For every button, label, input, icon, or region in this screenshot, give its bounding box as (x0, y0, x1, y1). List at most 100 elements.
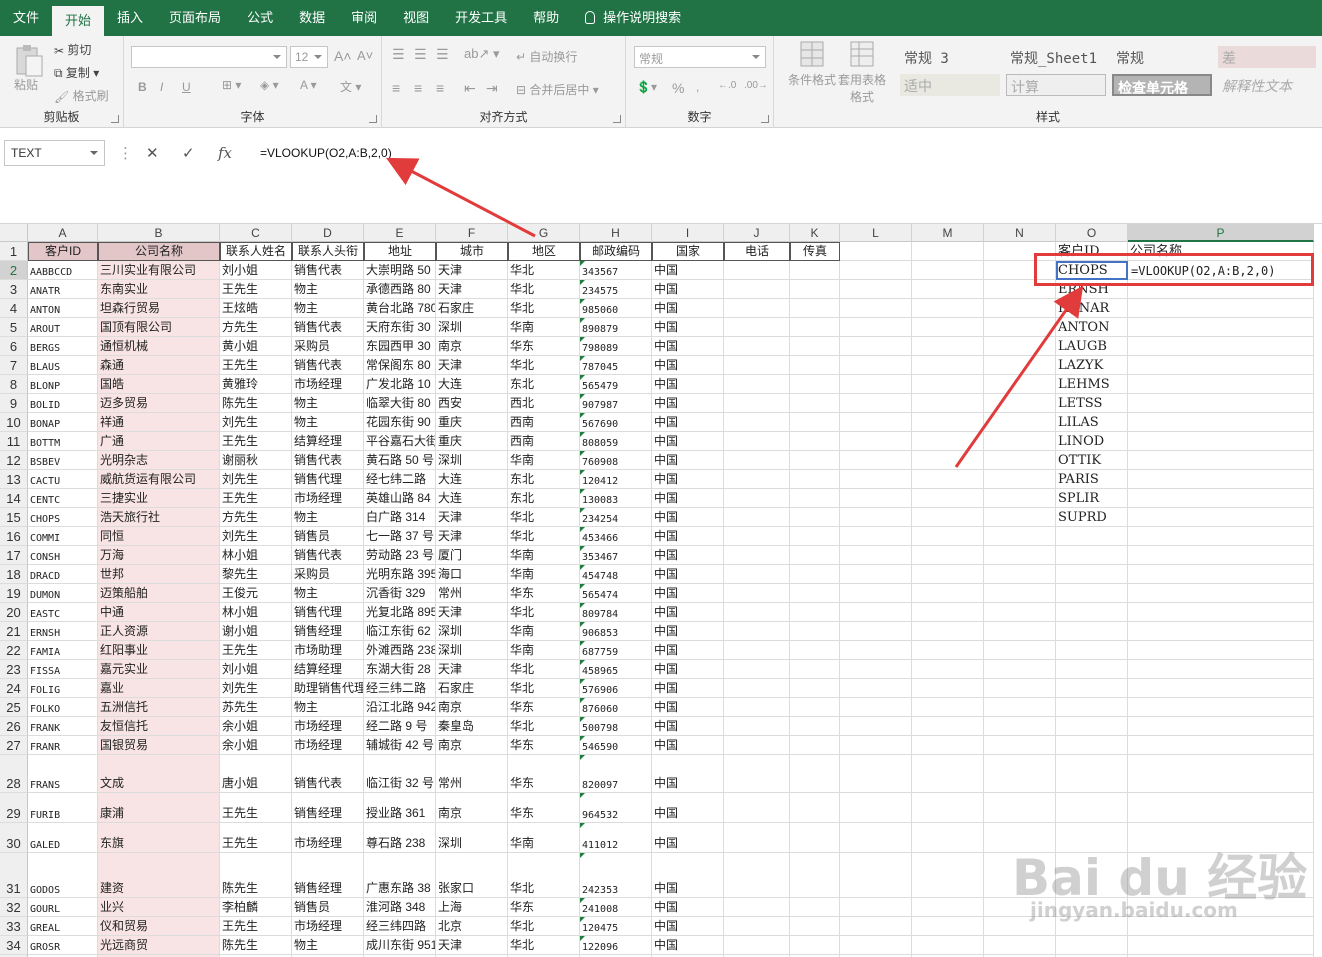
cell-k15[interactable] (790, 508, 840, 527)
cell-b3[interactable]: 东南实业 (98, 280, 220, 299)
cell-e5[interactable]: 天府东街 30 (364, 318, 436, 337)
cell-f5[interactable]: 深圳 (436, 318, 508, 337)
cell-l6[interactable] (840, 337, 912, 356)
cell-f31[interactable]: 张家口 (436, 853, 508, 898)
cell-o28[interactable] (1056, 755, 1128, 793)
cell-e20[interactable]: 光复北路 895 (364, 603, 436, 622)
cell-n25[interactable] (984, 698, 1056, 717)
cell-m34[interactable] (912, 936, 984, 955)
cell-l7[interactable] (840, 356, 912, 375)
cell-m7[interactable] (912, 356, 984, 375)
cell-i30[interactable]: 中国 (652, 823, 724, 853)
cell-j26[interactable] (724, 717, 790, 736)
cell-j4[interactable] (724, 299, 790, 318)
cell-c18[interactable]: 黎先生 (220, 565, 292, 584)
cell-h22[interactable]: 687759 (580, 641, 652, 660)
border-icon[interactable]: ⊞ ▾ (222, 78, 241, 92)
cell-i15[interactable]: 中国 (652, 508, 724, 527)
cell-o17[interactable] (1056, 546, 1128, 565)
cell-j29[interactable] (724, 793, 790, 823)
cell-o8[interactable]: LEHMS (1056, 375, 1128, 394)
cell-d32[interactable]: 销售员 (292, 898, 364, 917)
cell-b33[interactable]: 仪和贸易 (98, 917, 220, 936)
tab-review[interactable]: 审阅 (338, 0, 390, 36)
cell-n5[interactable] (984, 318, 1056, 337)
cell-d16[interactable]: 销售员 (292, 527, 364, 546)
cell-g25[interactable]: 华东 (508, 698, 580, 717)
cell-p14[interactable] (1128, 489, 1314, 508)
cell-m8[interactable] (912, 375, 984, 394)
cell-n28[interactable] (984, 755, 1056, 793)
style-normal[interactable]: 常规 (1112, 46, 1212, 68)
cell-f24[interactable]: 石家庄 (436, 679, 508, 698)
cell-m25[interactable] (912, 698, 984, 717)
cell-h25[interactable]: 876060 (580, 698, 652, 717)
cell-a31[interactable]: GODOS (28, 853, 98, 898)
cell-c5[interactable]: 方先生 (220, 318, 292, 337)
cell-p29[interactable] (1128, 793, 1314, 823)
cell-c19[interactable]: 王俊元 (220, 584, 292, 603)
cell-k8[interactable] (790, 375, 840, 394)
cell-l18[interactable] (840, 565, 912, 584)
cell-l8[interactable] (840, 375, 912, 394)
row-header[interactable]: 24 (0, 679, 28, 698)
cell-f14[interactable]: 大连 (436, 489, 508, 508)
cell-l15[interactable] (840, 508, 912, 527)
style-explanatory[interactable]: 解释性文本 (1218, 74, 1316, 96)
cell-o14[interactable]: SPLIR (1056, 489, 1128, 508)
cell-i16[interactable]: 中国 (652, 527, 724, 546)
row-header[interactable]: 23 (0, 660, 28, 679)
cell-d12[interactable]: 销售代表 (292, 451, 364, 470)
name-box[interactable]: TEXT (4, 140, 105, 166)
column-header-a[interactable]: A (28, 224, 98, 242)
cell-a18[interactable]: DRACD (28, 565, 98, 584)
cell-i9[interactable]: 中国 (652, 394, 724, 413)
cell-l32[interactable] (840, 898, 912, 917)
cell-e32[interactable]: 淮河路 348 (364, 898, 436, 917)
cell-g14[interactable]: 东北 (508, 489, 580, 508)
cell-j17[interactable] (724, 546, 790, 565)
cell-j24[interactable] (724, 679, 790, 698)
cell-j31[interactable] (724, 853, 790, 898)
cell-l23[interactable] (840, 660, 912, 679)
select-all-corner[interactable] (0, 224, 28, 242)
cell-e26[interactable]: 经二路 9 号 (364, 717, 436, 736)
row-header[interactable]: 27 (0, 736, 28, 755)
cell-e16[interactable]: 七一路 37 号 (364, 527, 436, 546)
cell-m17[interactable] (912, 546, 984, 565)
cell-m18[interactable] (912, 565, 984, 584)
paste-icon[interactable] (12, 42, 44, 78)
cell-k10[interactable] (790, 413, 840, 432)
cell-c27[interactable]: 余小姐 (220, 736, 292, 755)
cell-i24[interactable]: 中国 (652, 679, 724, 698)
cell-m32[interactable] (912, 898, 984, 917)
cell-n13[interactable] (984, 470, 1056, 489)
cell-m20[interactable] (912, 603, 984, 622)
cell-d20[interactable]: 销售代理 (292, 603, 364, 622)
cut-button[interactable]: ✂ 剪切 (54, 41, 91, 58)
cell-d13[interactable]: 销售代理 (292, 470, 364, 489)
cell-a15[interactable]: CHOPS (28, 508, 98, 527)
cell-k31[interactable] (790, 853, 840, 898)
cell-e17[interactable]: 劳动路 23 号 (364, 546, 436, 565)
cell-k9[interactable] (790, 394, 840, 413)
cell-m29[interactable] (912, 793, 984, 823)
cell-b21[interactable]: 正人资源 (98, 622, 220, 641)
row-header[interactable]: 19 (0, 584, 28, 603)
cell-i23[interactable]: 中国 (652, 660, 724, 679)
cell-a3[interactable]: ANATR (28, 280, 98, 299)
cell-j27[interactable] (724, 736, 790, 755)
row-header[interactable]: 31 (0, 853, 28, 898)
cell-a5[interactable]: AROUT (28, 318, 98, 337)
align-top-icon[interactable]: ☰ (392, 46, 405, 63)
cell-g6[interactable]: 华东 (508, 337, 580, 356)
cell-k11[interactable] (790, 432, 840, 451)
cell-d5[interactable]: 销售代表 (292, 318, 364, 337)
cell-b8[interactable]: 国皓 (98, 375, 220, 394)
cell-g4[interactable]: 华北 (508, 299, 580, 318)
cell-l12[interactable] (840, 451, 912, 470)
cell-h11[interactable]: 808059 (580, 432, 652, 451)
number-format-combo[interactable]: 常规 (634, 46, 766, 68)
cell-b26[interactable]: 友恒信托 (98, 717, 220, 736)
cell-a34[interactable]: GROSR (28, 936, 98, 955)
